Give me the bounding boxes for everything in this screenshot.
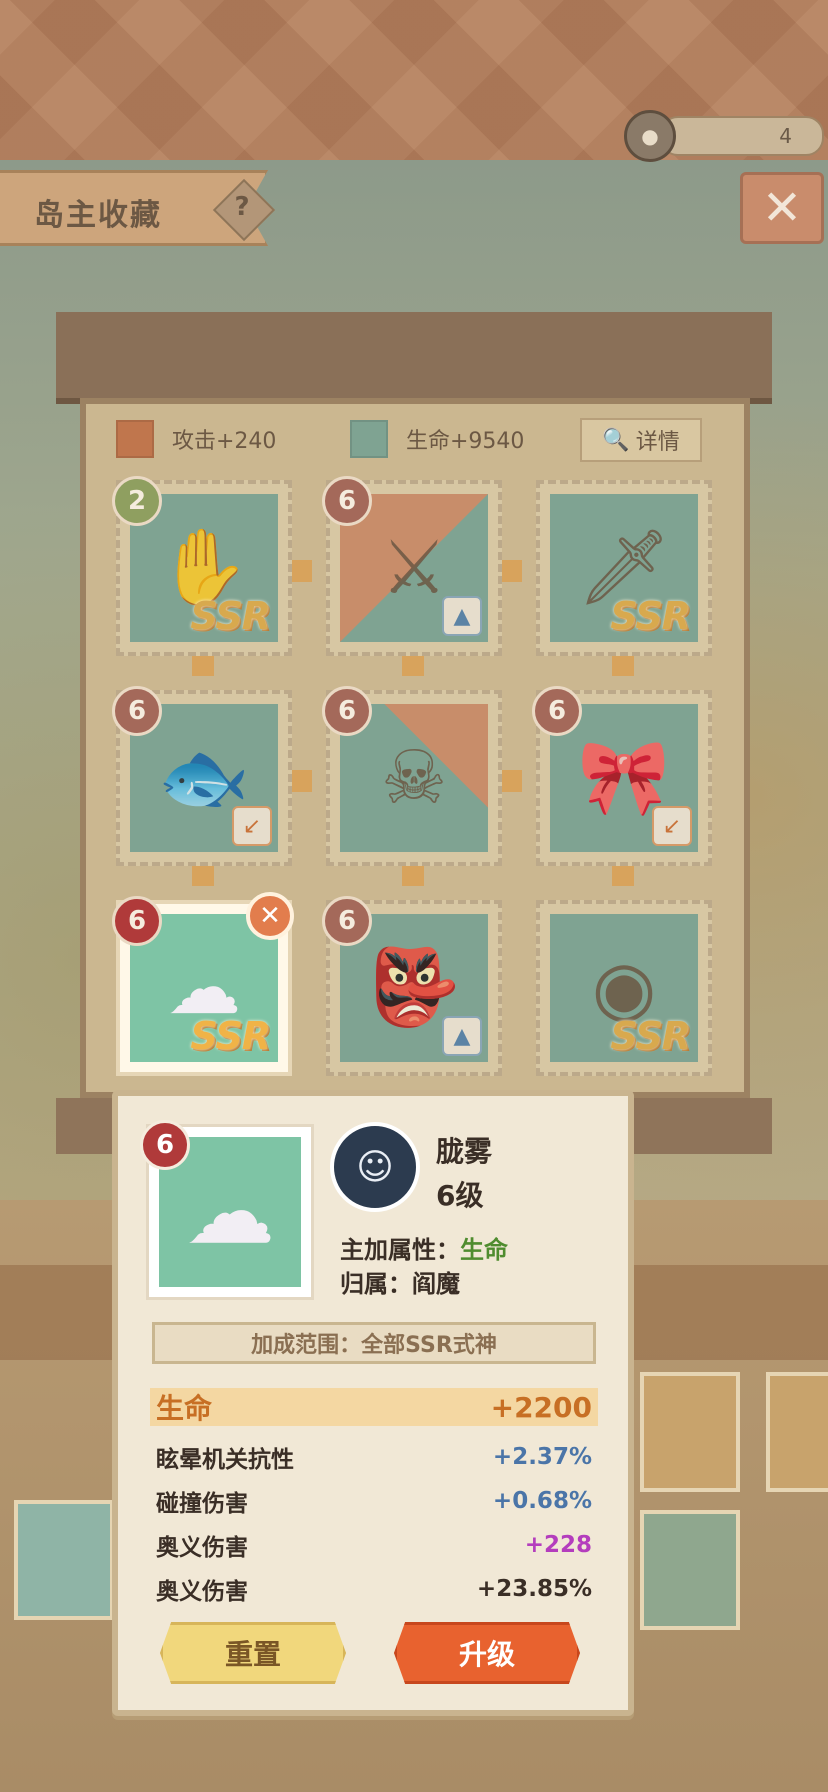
- level-badge: 6: [532, 686, 582, 736]
- stat-name: 碰撞伤害: [156, 1491, 248, 1517]
- collection-slot-3[interactable]: 🗡 SSR: [536, 480, 712, 656]
- connector: [292, 560, 312, 582]
- stat-row: 奥义伤害 +228: [150, 1526, 598, 1564]
- remove-icon[interactable]: ✕: [246, 892, 294, 940]
- belong-label: 归属：: [340, 1270, 412, 1298]
- side-card-right-3: [640, 1510, 740, 1630]
- level-badge: 6: [112, 896, 162, 946]
- popup-level-badge: 6: [140, 1120, 190, 1170]
- katana-icon: ⚔: [380, 525, 448, 611]
- stat-name: 奥义伤害: [156, 1535, 248, 1561]
- bonus-range-bar: 加成范围：全部SSR式神: [152, 1322, 596, 1364]
- shikigami-avatar: ☺: [330, 1122, 420, 1212]
- side-card-right-2: [766, 1372, 828, 1492]
- level-badge: 6: [322, 896, 372, 946]
- connector: [612, 866, 634, 886]
- reset-button[interactable]: 重置: [160, 1622, 346, 1684]
- cabinet-roof: [56, 312, 772, 404]
- side-card-right-1: [640, 1372, 740, 1492]
- close-button[interactable]: ✕: [740, 172, 824, 244]
- belong-value: 阎魔: [412, 1270, 460, 1298]
- attack-swatch: [116, 420, 154, 458]
- page-title: 岛主收藏: [34, 198, 162, 233]
- coin-icon: ●: [624, 110, 676, 162]
- attack-stat: 攻击+240: [116, 420, 276, 458]
- stat-row: 生命 +2200: [150, 1388, 598, 1426]
- connector: [612, 656, 634, 676]
- main-attr-line: 主加属性：生命: [340, 1230, 508, 1265]
- belong-line: 归属：阎魔: [340, 1264, 460, 1299]
- life-stat: 生命+9540: [350, 420, 524, 458]
- collection-slot-7[interactable]: 6 ✕ ☁ SSR: [112, 892, 294, 1076]
- collection-slot-1[interactable]: 2 ✋ SSR: [112, 476, 292, 656]
- arrow-type-icon: ↙: [652, 806, 692, 846]
- collection-slot-9[interactable]: ◉ SSR: [536, 900, 712, 1076]
- stat-value: +228: [524, 1532, 592, 1558]
- tree-type-icon: ▲: [442, 596, 482, 636]
- stat-value: +23.85%: [476, 1576, 592, 1602]
- item-level: 6级: [436, 1179, 484, 1212]
- collection-slot-2[interactable]: 6 ⚔ ▲: [322, 476, 502, 656]
- tree-type-icon: ▲: [442, 1016, 482, 1056]
- rarity-tag: SSR: [190, 594, 271, 638]
- rarity-tag: SSR: [610, 594, 691, 638]
- connector: [502, 770, 522, 792]
- rarity-tag: SSR: [610, 1014, 691, 1058]
- stat-name: 生命: [156, 1392, 213, 1425]
- attack-stat-label: 攻击+240: [172, 429, 277, 454]
- collection-slot-4[interactable]: 6 🐟 ↙: [112, 686, 292, 866]
- life-stat-label: 生命+9540: [406, 429, 525, 454]
- side-card-left: [14, 1500, 114, 1620]
- mist-icon: ☁: [185, 1159, 275, 1265]
- collection-slot-8[interactable]: 6 👺 ▲: [322, 896, 502, 1076]
- rarity-tag: SSR: [190, 1014, 271, 1058]
- level-badge: 6: [322, 686, 372, 736]
- connector: [192, 866, 214, 886]
- stat-name: 眩晕机关抗性: [156, 1447, 294, 1473]
- upgrade-button[interactable]: 升级: [394, 1622, 580, 1684]
- collection-slot-6[interactable]: 6 🎀 ↙: [532, 686, 712, 866]
- detail-button[interactable]: 🔍 详情: [580, 418, 702, 462]
- skull-ghost-icon: ☠: [380, 735, 448, 821]
- level-badge: 6: [112, 686, 162, 736]
- collection-slot-5[interactable]: 6 ☠: [322, 686, 502, 866]
- stat-name: 奥义伤害: [156, 1579, 248, 1605]
- level-badge: 2: [112, 476, 162, 526]
- stat-row: 奥义伤害 +23.85%: [150, 1570, 598, 1608]
- connector: [402, 866, 424, 886]
- currency-bar: 4: [660, 116, 824, 156]
- main-attr-label: 主加属性：: [340, 1236, 460, 1264]
- connector: [292, 770, 312, 792]
- level-badge: 6: [322, 476, 372, 526]
- stat-row: 碰撞伤害 +0.68%: [150, 1482, 598, 1520]
- detail-label: 详情: [635, 430, 680, 455]
- connector: [402, 656, 424, 676]
- stat-value: +0.68%: [492, 1488, 592, 1514]
- stat-value: +2200: [490, 1390, 592, 1424]
- help-icon: ?: [234, 192, 250, 222]
- currency-value: 4: [779, 124, 792, 148]
- magnifier-icon: 🔍: [602, 427, 630, 453]
- stat-value: +2.37%: [492, 1444, 592, 1470]
- connector: [192, 656, 214, 676]
- main-attr-value: 生命: [460, 1236, 508, 1264]
- item-name: 胧雾: [436, 1135, 493, 1168]
- connector: [502, 560, 522, 582]
- arrow-type-icon: ↙: [232, 806, 272, 846]
- stat-row: 眩晕机关抗性 +2.37%: [150, 1438, 598, 1476]
- life-swatch: [350, 420, 388, 458]
